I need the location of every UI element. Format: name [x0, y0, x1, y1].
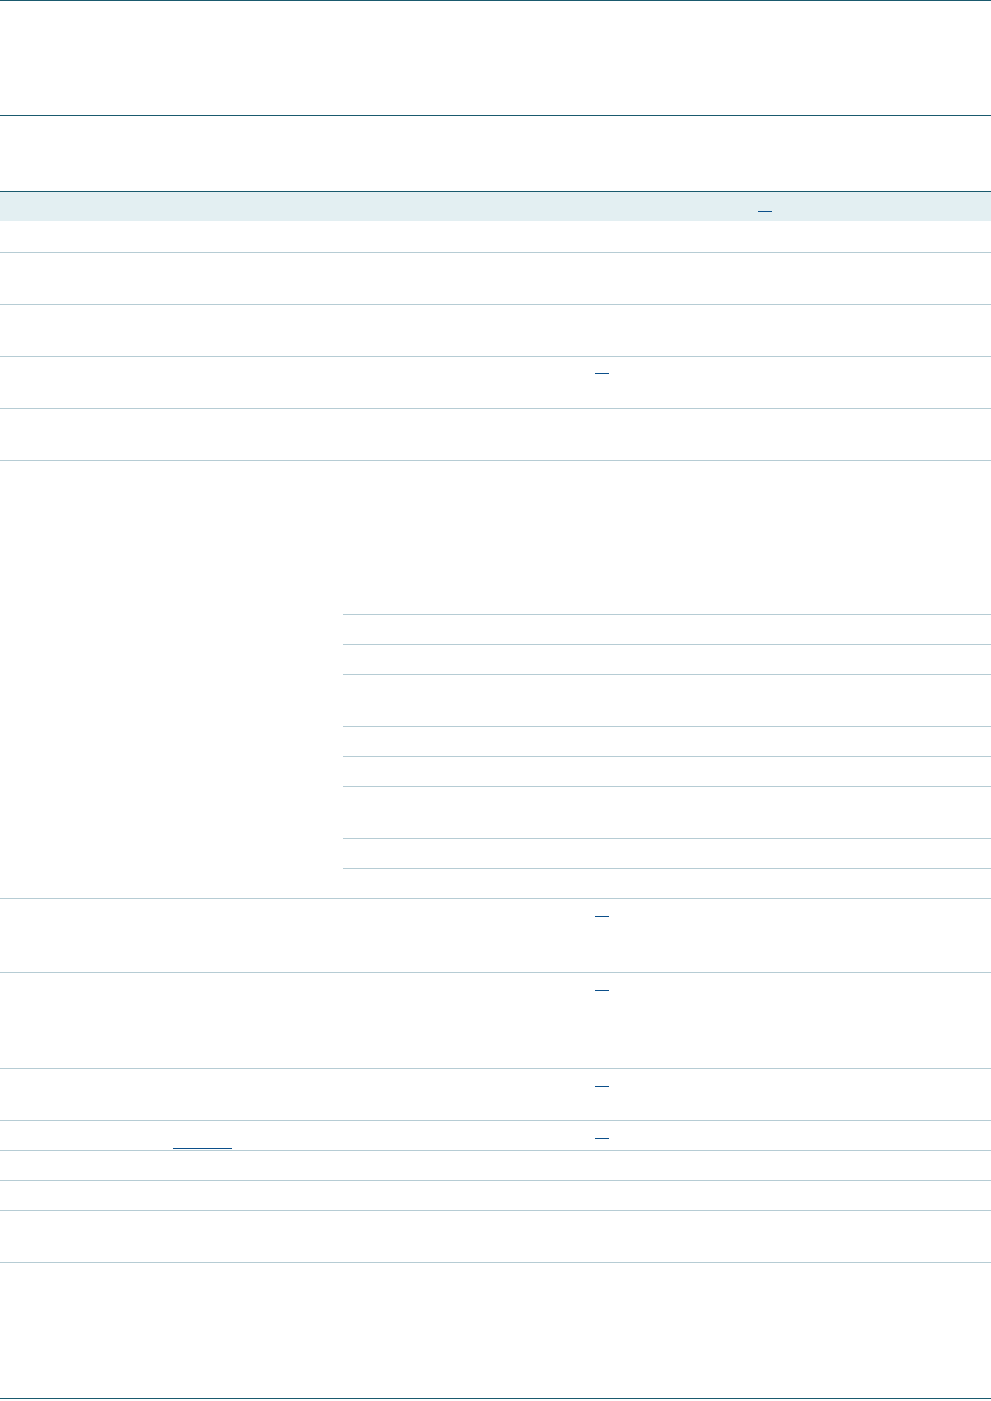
- reference-link[interactable]: [595, 373, 609, 374]
- row-separator: [0, 1120, 991, 1121]
- row-separator: [0, 1068, 991, 1069]
- row-separator: [0, 1262, 991, 1263]
- row-separator: [0, 1210, 991, 1211]
- page-title: [0, 40, 991, 70]
- subrow-separator: [343, 838, 991, 839]
- subrow-separator: [343, 644, 991, 645]
- subrow-separator: [343, 756, 991, 757]
- reference-link[interactable]: [595, 1138, 609, 1139]
- subrow-separator: [343, 614, 991, 615]
- table-bottom-rule: [0, 1398, 991, 1399]
- row-separator: [0, 408, 991, 409]
- row-separator: [0, 898, 991, 899]
- subrow-separator: [343, 786, 991, 787]
- subrow-separator: [343, 726, 991, 727]
- row-separator: [0, 1150, 991, 1151]
- reference-link[interactable]: [595, 916, 609, 917]
- reference-link[interactable]: [595, 990, 609, 991]
- document-page: { "document": { "title": "", "header_ban…: [0, 0, 991, 1401]
- row-separator: [0, 304, 991, 305]
- subrow-separator: [343, 674, 991, 675]
- row-separator: [0, 972, 991, 973]
- header-reference-link[interactable]: [758, 211, 772, 212]
- page-top-rule: [0, 0, 991, 1]
- table-header-band: [0, 192, 991, 221]
- row-separator: [0, 356, 991, 357]
- reference-link[interactable]: [173, 1148, 232, 1149]
- row-separator: [0, 252, 991, 253]
- row-separator: [0, 460, 991, 461]
- reference-link[interactable]: [595, 1086, 609, 1087]
- title-separator-rule: [0, 115, 991, 116]
- row-separator: [0, 1180, 991, 1181]
- subrow-separator: [343, 868, 991, 869]
